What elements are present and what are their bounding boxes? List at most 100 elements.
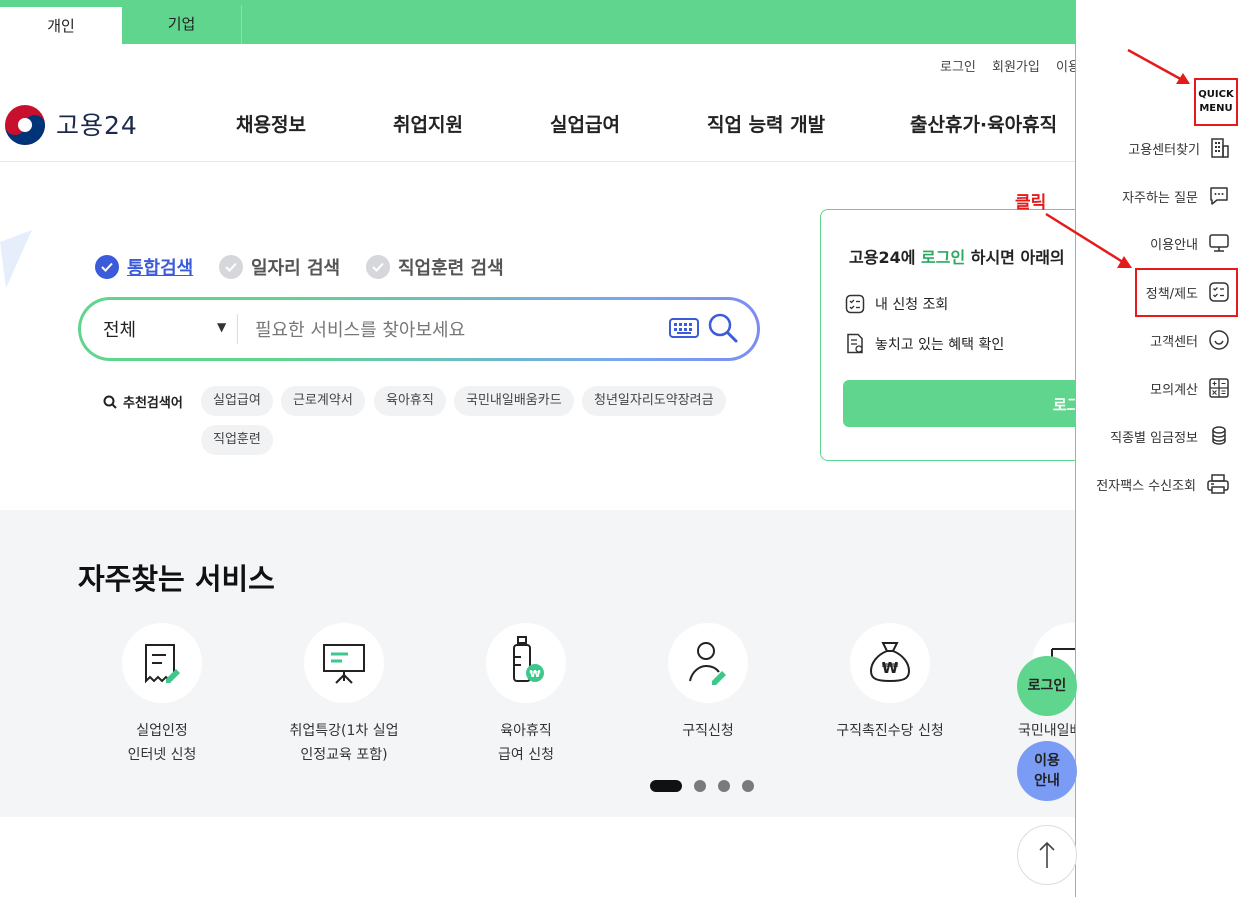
card-item-label: 내 신청 조회 bbox=[875, 297, 949, 313]
search-icon bbox=[103, 395, 117, 409]
search-type-jobs[interactable]: 일자리 검색 bbox=[219, 254, 340, 280]
keyword-chip[interactable]: 실업급여 bbox=[201, 386, 273, 416]
gnb-item-parental-leave[interactable]: 출산휴가·육아휴직 bbox=[910, 110, 1057, 137]
paper-plane-decoration-icon bbox=[0, 230, 32, 288]
quick-item-customer-center[interactable]: 고객센터 bbox=[1150, 327, 1230, 353]
quick-item-guide[interactable]: 이용안내 bbox=[1150, 230, 1230, 256]
check-icon bbox=[95, 255, 119, 279]
page-dot-2[interactable] bbox=[694, 780, 706, 792]
service-unemployment-recognition[interactable] bbox=[122, 623, 202, 703]
baby-bottle-won-icon: ₩ bbox=[513, 636, 544, 682]
quick-item-faq[interactable]: 자주하는 질문 bbox=[1122, 183, 1230, 209]
search-divider bbox=[237, 314, 238, 344]
search-type-label: 일자리 검색 bbox=[251, 258, 341, 279]
floating-guide-button[interactable]: 이용 안내 bbox=[1017, 741, 1077, 801]
gnb-item-vocational-training[interactable]: 직업 능력 개발 bbox=[707, 110, 825, 137]
card-login-button[interactable]: 로그 bbox=[843, 380, 1091, 427]
service-job-promotion-allowance[interactable]: ₩ bbox=[850, 623, 930, 703]
scroll-top-button[interactable] bbox=[1017, 825, 1077, 885]
site-logo-text[interactable]: 고용24 bbox=[56, 106, 138, 142]
page-dot-4[interactable] bbox=[742, 780, 754, 792]
money-bag-won-icon: ₩ bbox=[869, 642, 911, 683]
login-card-title: 고용24에 로그인 하시면 아래의 bbox=[849, 248, 1065, 267]
service-job-application[interactable] bbox=[668, 623, 748, 703]
monitor-icon bbox=[1209, 234, 1229, 252]
card-item-label: 놓치고 있는 혜택 확인 bbox=[875, 337, 1005, 353]
service-parental-leave-benefit[interactable]: ₩ bbox=[486, 623, 566, 703]
check-icon bbox=[219, 255, 243, 279]
quick-item-label: 전자팩스 수신조회 bbox=[1096, 478, 1196, 494]
keyword-chip[interactable]: 직업훈련 bbox=[201, 425, 273, 455]
annotation-arrow-icon bbox=[1045, 212, 1132, 268]
quick-item-label: 직종별 임금정보 bbox=[1110, 430, 1198, 446]
signup-link[interactable]: 회원가입 bbox=[992, 56, 1040, 75]
search-icon[interactable] bbox=[707, 312, 739, 344]
check-icon bbox=[366, 255, 390, 279]
service-label: 구직신청 bbox=[682, 723, 734, 739]
header-divider bbox=[0, 161, 1075, 162]
keyword-chip[interactable]: 청년일자리도약장려금 bbox=[582, 386, 726, 416]
smile-icon bbox=[1209, 330, 1229, 350]
quick-item-label: 이용안내 bbox=[1150, 237, 1198, 253]
quick-item-efax[interactable]: 전자팩스 수신조회 bbox=[1096, 471, 1230, 497]
quick-item-employment-center[interactable]: 고용센터찾기 bbox=[1128, 135, 1230, 161]
coins-icon bbox=[1212, 426, 1226, 445]
service-job-lecture[interactable] bbox=[304, 623, 384, 703]
recommended-label-text: 추천검색어 bbox=[123, 396, 183, 411]
annotation-highlight-box bbox=[1135, 268, 1238, 317]
service-label: 실업인정 인터넷 신청 bbox=[127, 723, 197, 763]
fax-icon bbox=[1207, 474, 1229, 494]
annotation-arrow-icon bbox=[1127, 48, 1190, 84]
presentation-board-icon bbox=[323, 644, 365, 684]
search-input[interactable] bbox=[253, 314, 657, 346]
service-label: 국민내일배 bbox=[1018, 723, 1075, 739]
svg-text:₩: ₩ bbox=[882, 659, 899, 677]
search-type-label: 통합검색 bbox=[127, 258, 194, 279]
login-link[interactable]: 로그인 bbox=[940, 56, 976, 75]
keyword-chip[interactable]: 육아휴직 bbox=[374, 386, 446, 416]
my-application-item[interactable]: 내 신청 조회 bbox=[845, 294, 948, 314]
missed-benefits-item[interactable]: 놓치고 있는 혜택 확인 bbox=[845, 333, 1004, 355]
service-label: 구직촉진수당 신청 bbox=[836, 723, 944, 739]
gnb-item-employment-support[interactable]: 취업지원 bbox=[393, 110, 463, 137]
user-type-tabbar: 개인 기업 bbox=[0, 0, 1075, 46]
gnb-item-unemployment-benefit[interactable]: 실업급여 bbox=[550, 110, 620, 137]
quick-item-label: 고용센터찾기 bbox=[1128, 142, 1200, 158]
checklist-icon bbox=[845, 294, 865, 314]
carousel-pagination bbox=[650, 780, 754, 792]
search-type-label: 직업훈련 검색 bbox=[398, 258, 504, 279]
search-type-training[interactable]: 직업훈련 검색 bbox=[366, 254, 504, 280]
keyword-chip[interactable]: 근로계약서 bbox=[281, 386, 365, 416]
building-icon bbox=[1211, 138, 1229, 158]
tab-personal[interactable]: 개인 bbox=[0, 5, 122, 46]
keyboard-icon[interactable] bbox=[669, 318, 699, 338]
quick-item-label: 모의계산 bbox=[1150, 382, 1198, 398]
search-category-select[interactable]: 전체 bbox=[103, 316, 136, 342]
page-dot-3[interactable] bbox=[718, 780, 730, 792]
service-label: 취업특강(1차 실업 인정교육 포함) bbox=[289, 723, 399, 763]
search-type-integrated[interactable]: 통합검색 bbox=[95, 254, 193, 280]
page-dot-1[interactable] bbox=[650, 780, 682, 792]
caret-down-icon[interactable]: ▼ bbox=[217, 320, 226, 334]
document-search-icon bbox=[847, 333, 863, 354]
quick-item-wage-info[interactable]: 직종별 임금정보 bbox=[1110, 423, 1230, 449]
person-pen-icon bbox=[689, 642, 726, 685]
document-pen-icon bbox=[145, 644, 180, 684]
service-label: 육아휴직 급여 신청 bbox=[498, 723, 554, 763]
chat-bubble-icon bbox=[1210, 187, 1228, 205]
quick-item-simulation[interactable]: 모의계산 bbox=[1150, 375, 1230, 401]
floating-login-button[interactable]: 로그인 bbox=[1017, 656, 1077, 716]
section-title: 자주찾는 서비스 bbox=[78, 562, 275, 596]
quick-menu-header: QUICK MENU bbox=[1194, 78, 1238, 126]
tab-business[interactable]: 기업 bbox=[122, 5, 242, 44]
arrow-up-icon bbox=[1039, 841, 1055, 868]
keyword-chip[interactable]: 국민내일배움카드 bbox=[454, 386, 574, 416]
recommended-keywords-label: 추천검색어 bbox=[103, 392, 183, 411]
search-box: 전체 ▼ bbox=[78, 297, 760, 361]
gnb-item-jobs[interactable]: 채용정보 bbox=[236, 110, 306, 137]
taegeuk-logo-icon[interactable] bbox=[4, 104, 46, 146]
quick-item-label: 자주하는 질문 bbox=[1122, 190, 1198, 206]
quick-item-label: 고객센터 bbox=[1150, 334, 1198, 350]
calculator-icon bbox=[1209, 378, 1229, 398]
svg-text:₩: ₩ bbox=[529, 669, 540, 680]
